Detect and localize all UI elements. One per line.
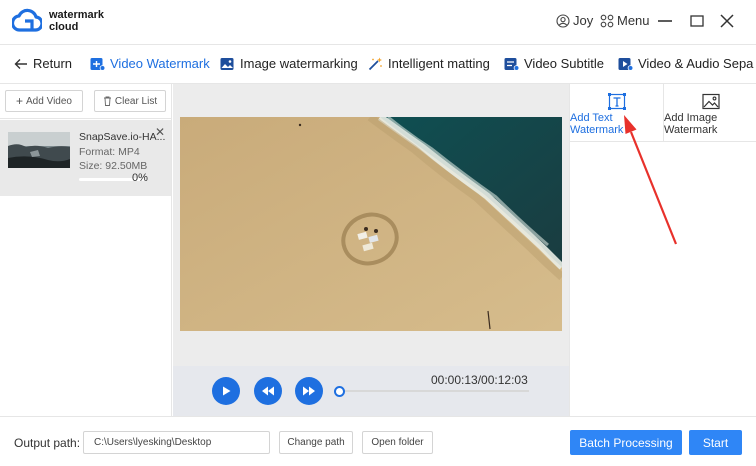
image-icon bbox=[220, 57, 234, 70]
tab-label: Video Subtitle bbox=[524, 56, 604, 71]
watermark-options-panel: Add Text Watermark Add Image Watermark bbox=[569, 84, 756, 416]
maximize-icon bbox=[690, 15, 704, 27]
seek-bar[interactable] bbox=[337, 390, 529, 392]
close-icon bbox=[720, 14, 734, 28]
open-folder-button[interactable]: Open folder bbox=[362, 431, 433, 454]
start-button[interactable]: Start bbox=[689, 430, 742, 455]
add-video-button[interactable]: + Add Video bbox=[5, 90, 83, 112]
user-name: Joy bbox=[573, 13, 594, 28]
video-subtitle-icon bbox=[504, 57, 519, 71]
seek-handle[interactable] bbox=[333, 386, 345, 397]
tab-video-audio-separation[interactable]: Video & Audio Sepa bbox=[618, 56, 753, 71]
file-size: Size: 92.50MB bbox=[79, 160, 148, 172]
batch-processing-button[interactable]: Batch Processing bbox=[570, 430, 682, 455]
close-button[interactable] bbox=[718, 12, 736, 30]
change-path-button[interactable]: Change path bbox=[279, 431, 353, 454]
file-list-panel: + Add Video Clear List SnapSave.io-HA...… bbox=[0, 84, 172, 416]
tool-nav: Return Video Watermark Image watermarkin… bbox=[0, 44, 756, 84]
list-item[interactable]: SnapSave.io-HA... Format: MP4 Size: 92.5… bbox=[0, 120, 171, 196]
arrow-left-icon bbox=[14, 58, 27, 69]
divider bbox=[0, 118, 171, 119]
file-name: SnapSave.io-HA... bbox=[79, 131, 166, 143]
time-display: 00:00:13/00:12:03 bbox=[431, 373, 528, 387]
tab-label: Image watermarking bbox=[240, 56, 358, 71]
video-preview bbox=[180, 117, 562, 331]
brand-name-line2: cloud bbox=[49, 21, 79, 33]
tab-video-subtitle[interactable]: Video Subtitle bbox=[504, 56, 604, 71]
tab-label: Video Watermark bbox=[110, 56, 210, 71]
maximize-button[interactable] bbox=[688, 12, 706, 30]
user-account[interactable]: Joy bbox=[556, 13, 593, 28]
return-button[interactable]: Return bbox=[14, 56, 72, 71]
player-controls: 00:00:13/00:12:03 bbox=[173, 366, 569, 416]
file-format: Format: MP4 bbox=[79, 146, 140, 158]
fast-forward-icon bbox=[303, 386, 315, 396]
play-button[interactable] bbox=[212, 377, 240, 405]
trash-icon bbox=[103, 96, 111, 106]
video-watermark-icon bbox=[90, 57, 105, 71]
menu-label: Menu bbox=[617, 13, 650, 28]
menu-grid-icon bbox=[600, 14, 614, 27]
minimize-icon bbox=[658, 20, 672, 22]
rewind-button[interactable] bbox=[254, 377, 282, 405]
add-image-watermark-button[interactable]: Add Image Watermark bbox=[663, 84, 756, 142]
output-path-field[interactable]: C:\Users\lyesking\Desktop bbox=[83, 431, 270, 454]
output-path-label: Output path: bbox=[14, 436, 81, 450]
tab-label: Video & Audio Sepa bbox=[638, 56, 754, 71]
add-image-watermark-label: Add Image Watermark bbox=[664, 112, 718, 136]
output-bar: Output path: C:\Users\lyesking\Desktop C… bbox=[0, 416, 756, 466]
progress-percent: 0% bbox=[132, 172, 148, 184]
remove-file-icon[interactable]: ✕ bbox=[155, 125, 165, 139]
play-icon bbox=[223, 386, 231, 396]
rewind-icon bbox=[262, 386, 274, 396]
add-video-label: Add Video bbox=[26, 95, 72, 107]
image-icon bbox=[702, 93, 720, 110]
title-bar: watermark cloud Joy Menu bbox=[0, 0, 756, 44]
video-thumbnail bbox=[8, 132, 70, 168]
plus-icon: + bbox=[16, 94, 24, 108]
cloud-logo-icon bbox=[12, 8, 42, 32]
add-text-watermark-label: Add Text Watermark bbox=[570, 112, 624, 136]
brand-name-line1: watermark bbox=[49, 9, 105, 21]
tab-intelligent-matting[interactable]: Intelligent matting bbox=[368, 56, 490, 71]
magic-wand-icon bbox=[368, 57, 382, 70]
user-icon bbox=[556, 13, 570, 28]
add-text-watermark-button[interactable]: Add Text Watermark bbox=[570, 84, 663, 142]
clear-list-label: Clear List bbox=[114, 95, 158, 107]
clear-list-button[interactable]: Clear List bbox=[94, 90, 166, 112]
video-audio-icon bbox=[618, 57, 633, 71]
return-label: Return bbox=[33, 56, 73, 71]
tab-video-watermark[interactable]: Video Watermark bbox=[90, 56, 210, 71]
text-box-icon bbox=[608, 93, 626, 110]
minimize-button[interactable] bbox=[656, 12, 674, 30]
tab-image-watermarking[interactable]: Image watermarking bbox=[220, 56, 358, 71]
fast-forward-button[interactable] bbox=[295, 377, 323, 405]
menu-button[interactable]: Menu bbox=[600, 13, 650, 28]
tab-label: Intelligent matting bbox=[388, 56, 490, 71]
preview-area: 00:00:13/00:12:03 bbox=[173, 84, 569, 416]
